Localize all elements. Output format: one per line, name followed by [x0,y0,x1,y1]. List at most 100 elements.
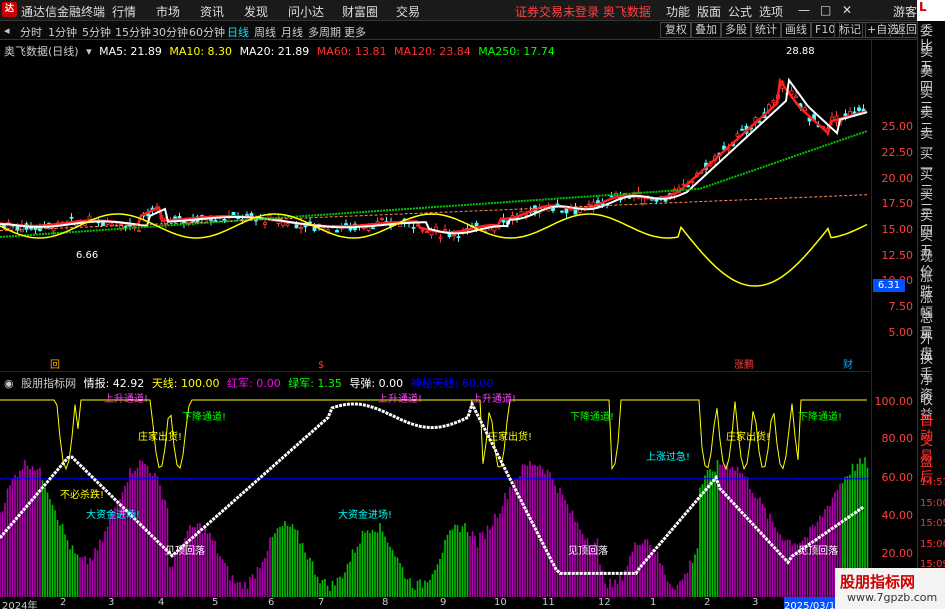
login-status: 证券交易未登录 奥飞数据 [515,5,651,19]
menu-function[interactable]: 功能 [666,3,690,20]
period-30m[interactable]: 30分钟 [152,24,188,40]
side-item[interactable]: 15:06 [920,537,945,552]
y-tick: 25.00 [881,120,914,133]
indicator-red: 红军: 0.00 [227,377,281,390]
side-item[interactable]: 15:05 [920,516,945,531]
date-label: 8 [382,597,389,608]
period-more[interactable]: 更多 [344,24,366,40]
date-label: 5 [212,597,219,608]
signal-annotation: 大资金进场! [338,508,392,521]
signal-annotation: 不必杀跌! [60,488,104,501]
collapse-icon[interactable]: ◂ [4,24,10,37]
period-tick[interactable]: 分时 [20,24,42,40]
candle [263,222,267,225]
period-day[interactable]: 日线 [227,24,249,40]
date-label: 4 [158,597,165,608]
menu-discover[interactable]: 发现 [244,3,268,20]
period-toolbar: ◂ 分时 1分钟 5分钟 15分钟 30分钟 60分钟 日线 周线 月线 多周期… [0,21,945,40]
date-label: 12 [598,597,611,608]
title-bar: 达 通达信金融终端 行情 市场 资讯 发现 问小达 财富圈 交易 证券交易未登录… [0,0,945,21]
watermark: 股朋指标网 www.7gpzb.com [835,568,945,609]
y-tick: 5.00 [888,326,914,339]
price-axis: 25.00 22.50 20.00 17.50 15.00 12.50 10.0… [871,40,917,609]
candle [492,226,497,232]
draw-button[interactable]: 画线 [780,22,812,38]
y-tick: 22.50 [881,146,914,159]
signal-annotation: 见顶回落 [165,545,205,557]
indicator-intel: 情报: 42.92 [83,377,145,390]
candle [560,210,564,213]
ind-tick: 80.00 [881,432,914,445]
event-marker: $ [318,360,324,370]
candle [794,95,798,98]
period-week[interactable]: 周线 [254,24,276,40]
candle [681,183,686,186]
side-item[interactable]: 14:57 [920,475,945,490]
candle [249,213,254,217]
event-marker: 涨鹏 [734,358,754,370]
multi-stock-button[interactable]: 多股 [720,22,752,38]
indicator-missile: 导弹: 0.00 [349,377,404,390]
minimize-icon[interactable]: — [798,3,810,17]
menu-market[interactable]: 市场 [156,3,180,20]
period-15m[interactable]: 15分钟 [115,24,151,40]
corner-badge: L [917,0,945,21]
menu-news[interactable]: 资讯 [200,3,224,20]
candle [456,236,461,238]
indicator-antenna: 天线: 100.00 [151,377,220,390]
candle [326,229,330,232]
menu-trade[interactable]: 交易 [396,3,420,20]
low-label: 6.66 [76,250,98,261]
period-5m[interactable]: 5分钟 [82,24,111,40]
high-label: 28.88 [786,46,815,57]
menu-options[interactable]: 选项 [759,3,783,20]
period-60m[interactable]: 60分钟 [189,24,225,40]
date-label: 1 [650,597,657,608]
signal-annotation: 大资金进场! [86,508,140,521]
pane-divider [0,371,870,372]
overlay-button[interactable]: 叠加 [690,22,722,38]
menu-ask[interactable]: 问小达 [288,3,324,20]
date-label: 7 [318,597,325,608]
ind-tick: 100.00 [874,395,914,408]
indicator-name: 股朋指标网 [21,377,77,390]
gear-icon[interactable]: ◉ [4,377,14,390]
period-1m[interactable]: 1分钟 [48,24,77,40]
menu-formula[interactable]: 公式 [728,3,752,20]
indicator-chart[interactable]: 上升通道!下降通道!庄家出货!不必杀跌!大资金进场!见顶回落大资金进场!上升通道… [0,390,870,597]
date-label: 2 [704,597,711,608]
ind-tick: 20.00 [881,547,914,560]
app-title: 通达信金融终端 [21,5,106,19]
candle [443,228,447,232]
menu-quote[interactable]: 行情 [112,3,136,20]
user-label[interactable]: 游客 [893,3,917,20]
price-chart[interactable]: 28.88 6.66 回 $ 涨鹏 财 [0,40,870,370]
event-marker: 回 [50,359,60,370]
candle [609,195,614,198]
y-tick: 20.00 [881,172,914,185]
period-multi[interactable]: 多周期 [308,24,341,40]
current-price-badge: 6.31 [873,279,905,292]
ma60-line [0,77,868,234]
candle [299,227,303,229]
watermark-title: 股朋指标网 [840,573,916,591]
indicator-green: 绿军: 1.35 [288,377,342,390]
side-item[interactable]: 15:00 [920,496,945,511]
candle [438,236,443,239]
period-month[interactable]: 月线 [281,24,303,40]
menu-wealth[interactable]: 财富圈 [342,3,378,20]
close-icon[interactable]: ✕ [842,3,852,17]
maximize-icon[interactable]: □ [820,3,831,17]
signal-annotation: 上升通道! [472,392,516,405]
y-tick: 7.50 [888,300,914,313]
app-logo: 达 [2,2,17,17]
signal-annotation: 下降通道! [570,410,614,423]
candle [321,227,326,230]
date-label: 2024年 [2,601,38,609]
candle [231,211,236,216]
menu-layout[interactable]: 版面 [697,3,721,20]
y-tick: 12.50 [881,249,914,262]
y-tick: 15.00 [881,223,914,236]
adjust-button[interactable]: 复权 [660,22,692,38]
stats-button[interactable]: 统计 [750,22,782,38]
